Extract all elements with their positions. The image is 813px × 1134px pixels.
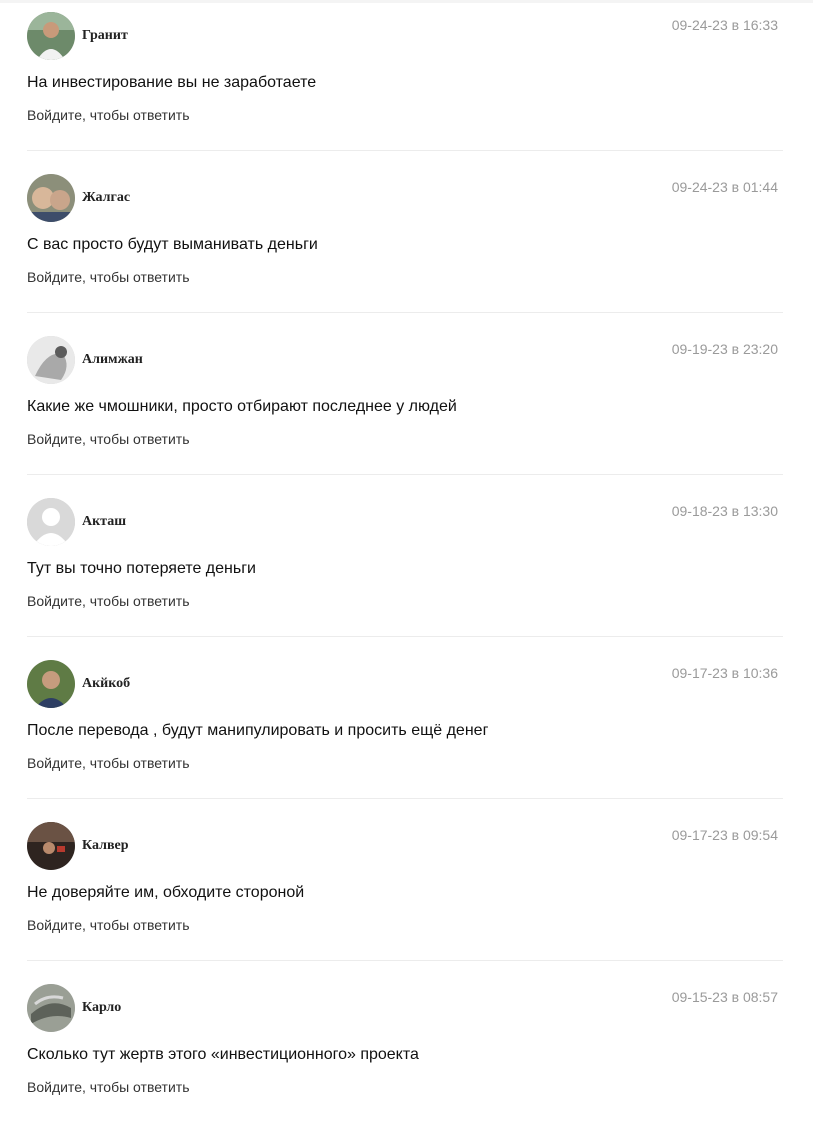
comment-date: 09-17-23 в 10:36 (671, 665, 778, 681)
avatar[interactable] (27, 174, 75, 222)
comment-text: Тут вы точно потеряете деньги (27, 560, 256, 577)
comment-date: 09-17-23 в 09:54 (671, 827, 778, 843)
login-to-reply-link[interactable]: Войдите, чтобы ответить (27, 1079, 190, 1095)
comment-item: Алимжан 09-19-23 в 23:20 Какие же чмошни… (0, 324, 813, 486)
login-to-reply-link[interactable]: Войдите, чтобы ответить (27, 107, 190, 123)
login-to-reply-link[interactable]: Войдите, чтобы ответить (27, 593, 190, 609)
avatar[interactable] (27, 498, 75, 546)
comment-date: 09-24-23 в 01:44 (671, 179, 778, 195)
comment-date: 09-24-23 в 16:33 (671, 17, 778, 33)
avatar[interactable] (27, 984, 75, 1032)
comment-item: Карло 09-15-23 в 08:57 Сколько тут жертв… (0, 972, 813, 1134)
comment-item: Калвер 09-17-23 в 09:54 Не доверяйте им,… (0, 810, 813, 972)
comment-divider (27, 960, 783, 961)
comment-date: 09-19-23 в 23:20 (671, 341, 778, 357)
comment-author[interactable]: Алимжан (82, 352, 143, 368)
comment-item: Акташ 09-18-23 в 13:30 Тут вы точно поте… (0, 486, 813, 648)
comment-text: С вас просто будут выманивать деньги (27, 236, 318, 253)
comment-author[interactable]: Карло (82, 1000, 121, 1016)
avatar[interactable] (27, 660, 75, 708)
comment-author[interactable]: Жалгас (82, 190, 130, 206)
comment-item: Акйкоб 09-17-23 в 10:36 После перевода ,… (0, 648, 813, 810)
comment-date: 09-15-23 в 08:57 (671, 989, 778, 1005)
comment-text: Какие же чмошники, просто отбирают после… (27, 398, 457, 415)
comment-item: Жалгас 09-24-23 в 01:44 С вас просто буд… (0, 162, 813, 324)
comment-divider (27, 474, 783, 475)
comment-text: На инвестирование вы не заработаете (27, 74, 317, 91)
comment-text: После перевода , будут манипулировать и … (27, 722, 489, 739)
comment-date: 09-18-23 в 13:30 (671, 503, 778, 519)
login-to-reply-link[interactable]: Войдите, чтобы ответить (27, 917, 190, 933)
comment-text: Не доверяйте им, обходите стороной (27, 884, 305, 901)
comment-item: Гранит 09-24-23 в 16:33 На инвестировани… (0, 0, 813, 162)
login-to-reply-link[interactable]: Войдите, чтобы ответить (27, 755, 190, 771)
comment-divider (27, 312, 783, 313)
avatar[interactable] (27, 822, 75, 870)
login-to-reply-link[interactable]: Войдите, чтобы ответить (27, 269, 190, 285)
comment-divider (27, 636, 783, 637)
avatar[interactable] (27, 336, 75, 384)
comment-author[interactable]: Гранит (82, 28, 128, 44)
comment-divider (27, 150, 783, 151)
comment-author[interactable]: Акташ (82, 514, 126, 530)
comment-divider (27, 798, 783, 799)
comment-author[interactable]: Акйкоб (82, 676, 130, 692)
avatar[interactable] (27, 12, 75, 60)
comment-text: Сколько тут жертв этого «инвестиционного… (27, 1046, 419, 1063)
comment-author[interactable]: Калвер (82, 838, 129, 854)
login-to-reply-link[interactable]: Войдите, чтобы ответить (27, 431, 190, 447)
